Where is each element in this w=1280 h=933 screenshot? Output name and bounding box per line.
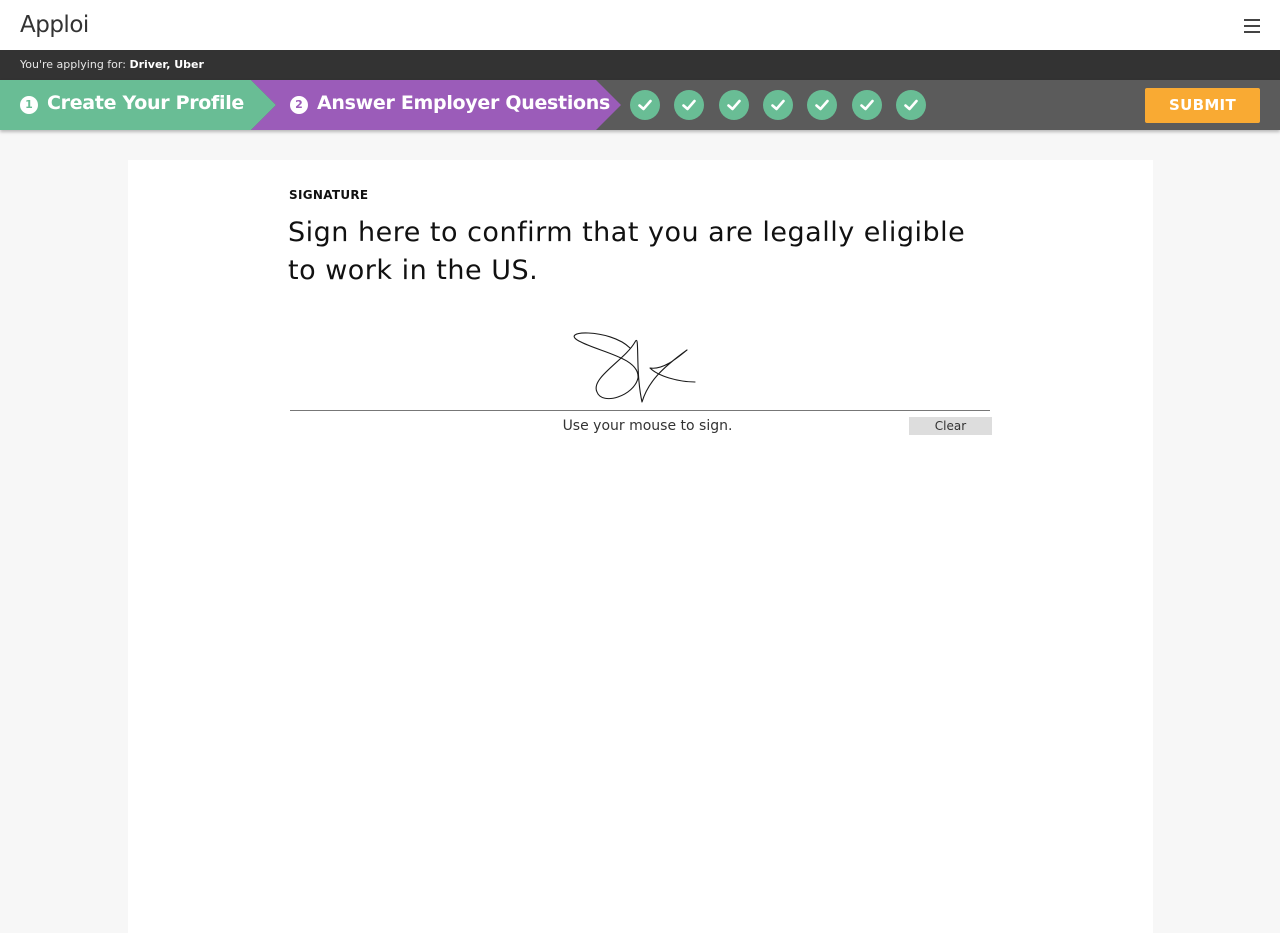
completed-question-check-icon[interactable] [719, 90, 749, 120]
completed-question-check-icon[interactable] [807, 90, 837, 120]
completed-question-check-icon[interactable] [852, 90, 882, 120]
step-label: Create Your Profile [47, 92, 245, 114]
top-header: Apploi [0, 0, 1280, 50]
step-number-badge: 1 [20, 96, 38, 114]
clear-signature-button[interactable]: Clear [909, 417, 992, 435]
question-type-label: SIGNATURE [289, 188, 369, 202]
step-label: Answer Employer Questions [317, 92, 611, 114]
completed-question-check-icon[interactable] [896, 90, 926, 120]
hamburger-menu-icon[interactable] [1244, 19, 1260, 33]
question-text: Sign here to confirm that you are legall… [288, 217, 966, 286]
completed-question-check-icon[interactable] [674, 90, 704, 120]
progress-step-bar: 1 Create Your Profile 2 Answer Employer … [0, 80, 1280, 130]
step-number-badge: 2 [290, 96, 308, 114]
applying-for-bar: You're applying for: Driver, Uber [0, 50, 1280, 80]
signature-line [290, 410, 990, 411]
applying-prefix: You're applying for: [20, 58, 126, 71]
question-card: SIGNATURE Sign here to confirm that you … [128, 160, 1153, 933]
completed-question-check-icon[interactable] [763, 90, 793, 120]
completed-question-check-icon[interactable] [630, 90, 660, 120]
applying-job: Driver, Uber [129, 58, 204, 71]
step-answer-questions[interactable]: 2 Answer Employer Questions [251, 80, 621, 130]
step-create-profile[interactable]: 1 Create Your Profile [0, 80, 276, 130]
apploi-logo[interactable]: Apploi [20, 12, 89, 38]
signature-hint: Use your mouse to sign. [562, 418, 733, 434]
signature-drawing [573, 332, 696, 403]
signature-pad[interactable] [290, 320, 990, 410]
submit-button[interactable]: SUBMIT [1145, 88, 1260, 123]
